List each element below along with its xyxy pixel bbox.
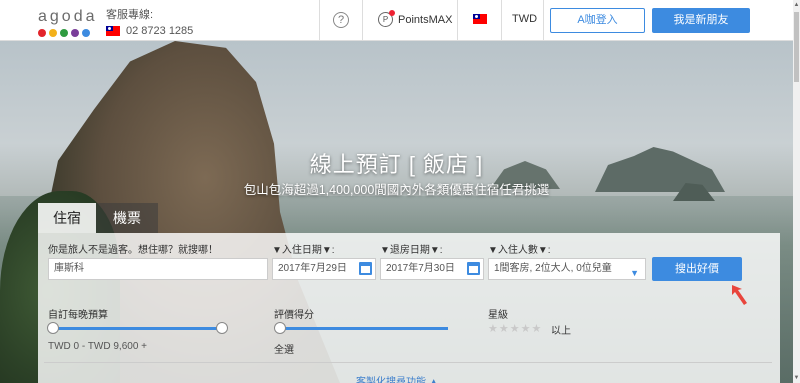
star-suffix: 以上	[551, 326, 571, 337]
checkout-value: 2017年7月30日	[386, 263, 455, 274]
logo-dots	[38, 29, 98, 37]
rating-slider-track[interactable]	[280, 327, 448, 330]
star-label: 星級	[488, 310, 508, 321]
hero-title: 線上預訂 [ 飯店 ]	[309, 152, 484, 177]
checkout-label: ▼退房日期▼:	[380, 245, 443, 256]
agoda-logo[interactable]: agoda	[38, 8, 98, 37]
hero-subtitle: 包山包海超過1,400,000間國內外各類優惠住宿任君挑選	[243, 183, 550, 197]
checkin-label: ▼入住日期▼:	[272, 245, 335, 256]
signup-button[interactable]: 我是新朋友	[652, 8, 750, 33]
scroll-thumb[interactable]	[794, 12, 799, 82]
hotline-label: 客服專線:	[106, 9, 154, 21]
logo-text: agoda	[38, 8, 98, 25]
help-icon[interactable]: ?	[333, 12, 349, 28]
star-rating-selector[interactable]: ★★★★★	[488, 322, 542, 335]
budget-label: 自訂每晚預算	[48, 310, 108, 321]
budget-slider-track[interactable]	[54, 327, 222, 330]
arrow-pointer-icon	[732, 285, 747, 305]
pointsmax-icon: P	[378, 10, 395, 27]
chevron-down-icon: ▼	[630, 268, 639, 278]
tab-flight[interactable]: 機票	[96, 203, 158, 233]
language-flag-icon[interactable]	[473, 14, 487, 24]
login-button[interactable]: A咖登入	[550, 8, 645, 33]
hotline-number: 02 8723 1285	[126, 25, 194, 37]
destination-input[interactable]: 庫斯科	[48, 258, 268, 280]
page-scrollbar[interactable]: ▲ ▼	[793, 0, 800, 383]
currency-selector[interactable]: TWD	[512, 13, 537, 25]
destination-label: 你是旅人不是過客。想住哪？就搜哪！	[48, 245, 218, 256]
scroll-down-icon[interactable]: ▼	[793, 375, 800, 381]
divider	[44, 362, 772, 363]
guests-label: ▼入住人數▼:	[488, 245, 551, 256]
rating-handle[interactable]	[274, 322, 286, 334]
rating-value: 全選	[274, 345, 294, 356]
top-header: agoda 客服專線: 02 8723 1285 ? P PointsMAX T…	[0, 0, 793, 41]
rating-label: 評價得分	[274, 310, 314, 321]
checkin-value: 2017年7月29日	[278, 263, 347, 274]
tab-hotel[interactable]: 住宿	[38, 203, 96, 233]
budget-min-handle[interactable]	[47, 322, 59, 334]
checkin-field[interactable]: 2017年7月29日	[272, 258, 376, 280]
calendar-icon[interactable]	[359, 262, 372, 275]
taiwan-flag-icon	[106, 26, 120, 36]
search-button[interactable]: 搜出好價	[652, 257, 742, 281]
checkout-field[interactable]: 2017年7月30日	[380, 258, 484, 280]
hotline: 客服專線: 02 8723 1285	[106, 8, 193, 38]
custom-search-link[interactable]: 客製化搜尋功能 ▲	[356, 373, 439, 383]
guests-select[interactable]: 1間客房, 2位大人, 0位兒童 ▼	[488, 258, 646, 280]
pointsmax-label: PointsMAX	[398, 13, 453, 26]
scroll-up-icon[interactable]: ▲	[793, 2, 800, 8]
pointsmax-button[interactable]: P PointsMAX	[378, 10, 453, 27]
guests-value: 1間客房, 2位大人, 0位兒童	[494, 263, 612, 274]
budget-max-handle[interactable]	[216, 322, 228, 334]
search-panel: 你是旅人不是過客。想住哪？就搜哪！ 庫斯科 ▼入住日期▼: 2017年7月29日…	[38, 233, 780, 383]
calendar-icon[interactable]	[467, 262, 480, 275]
budget-range: TWD 0 - TWD 9,600 +	[48, 341, 148, 352]
